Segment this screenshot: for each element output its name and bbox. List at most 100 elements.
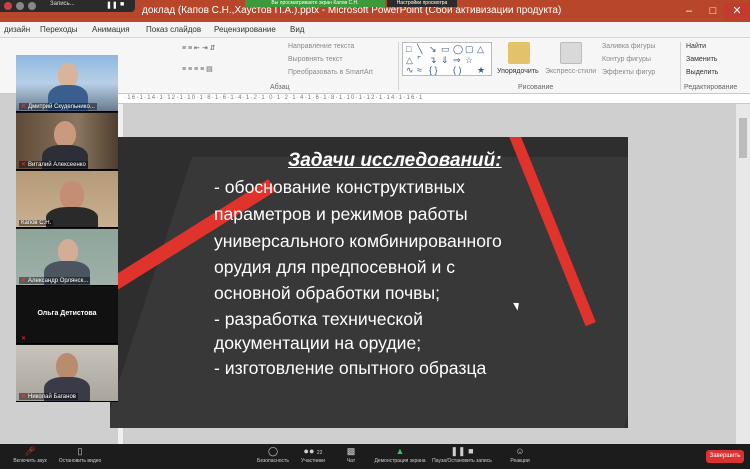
participant-video-tile[interactable]: ✕ Александр Орлянск... xyxy=(16,229,118,286)
participants-video-panel: ✕ Дмитрий Скудельнико... ✕ Виталий Алексее… xyxy=(16,55,118,402)
slide-text-line: - изготовление опытного образца xyxy=(214,358,487,378)
replace-button[interactable]: Заменить xyxy=(686,56,717,63)
screen: доклад (Капов С.Н.,Хаустов П.А.).pptx - … xyxy=(0,0,750,469)
participant-name: ✕ Дмитрий Скудельнико... xyxy=(19,103,97,110)
reactions-icon: ☺ xyxy=(515,446,525,456)
share-screen-label: Демонстрация экрана xyxy=(374,458,426,464)
share-screen-icon: ▲ xyxy=(395,446,405,456)
view-options-button[interactable]: Настройки просмотра xyxy=(387,0,457,7)
video-icon: ▯ xyxy=(77,446,83,456)
ruler-ticks: ·16·1·14·1·12·1·10·1·8·1·6·1·4·1·2·1·0·1… xyxy=(124,95,424,101)
find-button[interactable]: Найти xyxy=(686,43,706,50)
convert-smartart-button[interactable]: Преобразовать в SmartArt xyxy=(288,69,373,76)
participant-name: ✕ Николай Баганов xyxy=(19,393,78,400)
shape-fill-button[interactable]: Заливка фигуры xyxy=(602,43,655,50)
star-shape-icon[interactable]: ☆ xyxy=(465,55,473,66)
tab-transitions[interactable]: Переходы xyxy=(40,25,78,34)
arrow-shape-icon[interactable]: ↘ xyxy=(429,44,437,55)
minimize-button[interactable]: – xyxy=(676,3,702,19)
brace-shape-icon[interactable]: { } xyxy=(429,65,438,75)
reactions-label: Реакции xyxy=(510,458,530,464)
participant-name-centered: Ольга Детистова xyxy=(37,310,97,317)
tab-slideshow[interactable]: Показ слайдов xyxy=(146,25,201,34)
shield-small-icon xyxy=(16,2,24,10)
text-direction-button[interactable]: Направление текста xyxy=(288,43,354,50)
slide-text-line: основной обработки почвы; xyxy=(214,283,440,303)
stop-icon[interactable]: ■ xyxy=(120,1,124,8)
participant-head xyxy=(54,121,76,147)
vertical-scrollbar[interactable] xyxy=(736,104,750,444)
pause-icon[interactable]: ❚❚ xyxy=(106,1,118,9)
tab-view[interactable]: Вид xyxy=(290,25,304,34)
rectangle-shape-icon[interactable]: □ xyxy=(406,44,411,54)
paragraph-group-label: Абзац xyxy=(270,84,290,91)
participant-head xyxy=(58,239,78,263)
slide-text-line: орудия для предпосевной и с xyxy=(214,257,455,277)
participant-video-tile[interactable]: ✕ Дмитрий Скудельнико... xyxy=(16,55,118,112)
pause-record-label: Пауза/Остановить запись xyxy=(432,458,492,464)
ribbon-tabs: дизайн Переходы Анимация Показ слайдов Р… xyxy=(0,22,750,38)
pause-record-button[interactable]: ❚❚ ■ Пауза/Остановить запись xyxy=(432,444,492,464)
shapes-gallery[interactable]: □ ╲ ↘ ▭ ◯ ▢ △ △ ⌜ ↴ ⇓ ⇒ ☆ ∿ ≈ { } ( ) ★ xyxy=(402,42,492,76)
ribbon-separator xyxy=(680,42,681,90)
arrange-button[interactable]: Упорядочить xyxy=(497,68,539,75)
end-meeting-button[interactable]: Завершить xyxy=(706,450,744,463)
slide-canvas[interactable]: Задачи исследований: - обоснование конст… xyxy=(110,137,628,428)
scrollbar-thumb[interactable] xyxy=(739,118,747,158)
arrange-icon[interactable] xyxy=(508,42,530,64)
share-screen-button[interactable]: ▲ Демонстрация экрана xyxy=(370,444,430,464)
mic-muted-icon: ✕ xyxy=(21,278,27,284)
mic-muted-icon: ✕ xyxy=(21,394,27,400)
reactions-button[interactable]: ☺ Реакции xyxy=(490,444,550,464)
editing-group-label: Редактирование xyxy=(684,84,738,91)
curve-shape-icon[interactable]: ∿ xyxy=(406,65,414,76)
participant-name: ✕ Александр Орлянск... xyxy=(19,277,91,284)
slide-title: Задачи исследований: xyxy=(288,150,502,171)
tab-animation[interactable]: Анимация xyxy=(92,25,130,34)
drawing-group-label: Рисование xyxy=(518,84,554,91)
wave-shape-icon[interactable]: ≈ xyxy=(417,65,422,75)
participant-head xyxy=(60,181,84,209)
mic-muted-icon: ✕ xyxy=(21,104,27,110)
participant-video-tile[interactable]: ✕ Николай Баганов xyxy=(16,345,118,402)
star-outline-icon[interactable]: ★ xyxy=(477,65,485,76)
shape-effects-button[interactable]: Эффекты фигур xyxy=(602,69,655,76)
quick-styles-icon[interactable] xyxy=(560,42,582,64)
screen-share-banner: Вы просматриваете экран Капов С.Н. xyxy=(245,0,385,7)
box-shape-icon[interactable]: ▭ xyxy=(441,44,450,55)
horizontal-ruler: ·16·1·14·1·12·1·10·1·8·1·6·1·4·1·2·1·0·1… xyxy=(118,94,750,104)
maximize-button[interactable]: □ xyxy=(700,3,726,19)
recording-label: Запись... xyxy=(50,1,75,7)
tab-review[interactable]: Рецензирование xyxy=(214,25,276,34)
slide-text-line: документации на орудие; xyxy=(214,333,422,353)
slide-text-line: - разработка технической xyxy=(214,309,423,329)
participant-video-tile[interactable]: ✕ Виталий Алексеенко xyxy=(16,113,118,170)
slide-text-line: - обоснование конструктивных xyxy=(214,177,465,197)
align-text-button[interactable]: Выровнять текст xyxy=(288,56,343,63)
stop-video-button[interactable]: ▯ Остановить видео xyxy=(50,444,110,464)
line-shape-icon[interactable]: ╲ xyxy=(417,44,422,55)
slide-text-line: параметров и режимов работы xyxy=(214,204,468,224)
select-button[interactable]: Выделить xyxy=(686,69,718,76)
rounded-rect-icon[interactable]: ▢ xyxy=(465,44,474,55)
oval-shape-icon[interactable]: ◯ xyxy=(453,44,463,55)
quick-styles-button[interactable]: Экспресс-стили xyxy=(545,68,596,75)
participant-name: Капов С.Н. xyxy=(19,220,54,226)
triangle-shape-icon[interactable]: △ xyxy=(477,44,484,55)
mic-status: ✕ xyxy=(19,335,30,342)
mic-muted-icon: ✕ xyxy=(21,336,27,342)
list-bullets-icon[interactable]: ≡ ≡ ⇤ ⇥ ⇵ xyxy=(182,44,216,52)
mic-muted-icon: ✕ xyxy=(21,162,27,168)
bracket-shape-icon[interactable]: ( ) xyxy=(453,65,462,75)
close-button[interactable]: ✕ xyxy=(724,3,750,19)
tab-design[interactable]: дизайн xyxy=(4,25,30,34)
paragraph-align-icons[interactable]: ≡ ≡ ≡ ≡ ▤ xyxy=(182,65,213,73)
participant-video-tile[interactable]: Капов С.Н. xyxy=(16,171,118,228)
zoom-recording-indicator[interactable]: Запись... ❚❚ ■ xyxy=(0,0,135,12)
stop-video-label: Остановить видео xyxy=(58,458,102,464)
down-arrow-icon[interactable]: ⇓ xyxy=(441,55,449,66)
participant-video-tile[interactable]: Ольга Детистова ✕ xyxy=(16,287,118,344)
participant-body xyxy=(46,207,98,227)
slide-text-line: универсального комбинированного xyxy=(214,231,502,251)
shape-outline-button[interactable]: Контур фигуры xyxy=(602,56,651,63)
